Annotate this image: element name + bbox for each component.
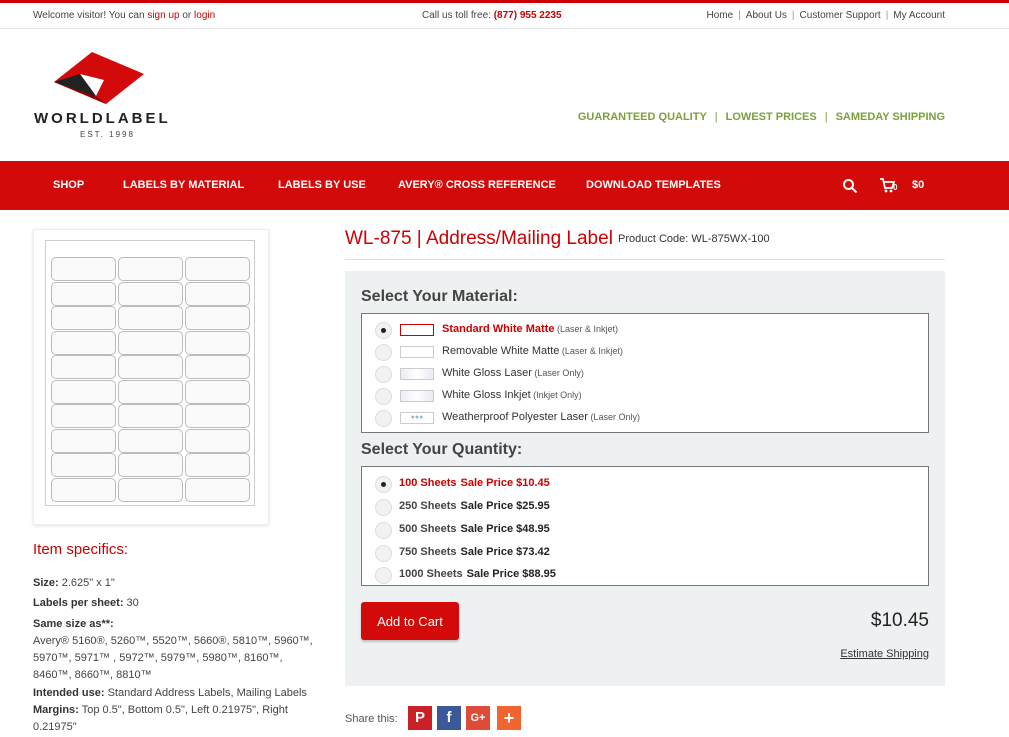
radio-standard-white-matte[interactable] bbox=[375, 322, 392, 339]
label-cell bbox=[118, 281, 183, 306]
home-link[interactable]: Home bbox=[706, 10, 733, 21]
tagline: GUARANTEED QUALITY | LOWEST PRICES | SAMEDAY… bbox=[577, 111, 945, 123]
pinterest-icon[interactable]: P bbox=[408, 706, 432, 730]
nav-labels-by-material[interactable]: LABELS BY MATERIAL bbox=[123, 179, 244, 191]
estimate-shipping-link[interactable]: Estimate Shipping bbox=[840, 648, 929, 660]
logo-wordmark: WORLDLABEL bbox=[34, 110, 171, 127]
phone-number[interactable]: (877) 955 2235 bbox=[494, 10, 562, 21]
product-image[interactable] bbox=[33, 229, 269, 525]
facebook-icon[interactable]: f bbox=[437, 706, 461, 730]
label-cell bbox=[118, 330, 183, 355]
label-cell bbox=[185, 281, 250, 306]
radio-white-gloss-laser[interactable] bbox=[375, 366, 392, 383]
total-price: $10.45 bbox=[870, 610, 929, 631]
label-cell bbox=[185, 428, 250, 453]
cart-total[interactable]: $0 bbox=[912, 179, 924, 191]
label-cell bbox=[185, 257, 250, 281]
label-cell bbox=[51, 477, 116, 502]
google-plus-icon[interactable]: G+ bbox=[466, 706, 490, 730]
label-cell bbox=[118, 404, 183, 428]
radio-qty-750[interactable] bbox=[375, 545, 392, 562]
removable-swatch-icon bbox=[400, 346, 434, 358]
quantity-options: 100 Sheets Sale Price $10.45 250 Sheets Sa… bbox=[361, 466, 929, 586]
nav-avery-cross-reference[interactable]: AVERY® CROSS REFERENCE bbox=[398, 179, 556, 191]
label-cell bbox=[185, 355, 250, 379]
label-cell bbox=[51, 428, 116, 453]
welcome-text: Welcome visitor! You can sign up or logi… bbox=[33, 10, 216, 21]
logo-est: EST. 1998 bbox=[80, 130, 135, 139]
add-share-icon[interactable]: + bbox=[497, 706, 521, 730]
radio-qty-1000[interactable] bbox=[375, 567, 392, 584]
label-cell bbox=[118, 428, 183, 453]
label-cell bbox=[185, 330, 250, 355]
logo-mark-icon bbox=[54, 52, 144, 104]
radio-qty-100[interactable] bbox=[375, 476, 392, 493]
nav-download-templates[interactable]: DOWNLOAD TEMPLATES bbox=[586, 179, 721, 191]
label-cell bbox=[185, 379, 250, 404]
label-cell bbox=[118, 477, 183, 502]
water-drops-swatch-icon: ●●● bbox=[400, 412, 434, 424]
radio-qty-500[interactable] bbox=[375, 522, 392, 539]
customer-support-link[interactable]: Customer Support bbox=[800, 10, 881, 21]
product-title: WL-875 | Address/Mailing Label bbox=[345, 228, 613, 249]
label-cell bbox=[51, 355, 116, 379]
cart-count: 0 bbox=[893, 183, 898, 192]
search-icon[interactable] bbox=[842, 178, 858, 194]
my-account-link[interactable]: My Account bbox=[893, 10, 945, 21]
label-cell bbox=[118, 379, 183, 404]
radio-removable-white-matte[interactable] bbox=[375, 344, 392, 361]
label-cell bbox=[51, 330, 116, 355]
label-cell bbox=[185, 404, 250, 428]
label-cell bbox=[51, 379, 116, 404]
label-cell bbox=[51, 404, 116, 428]
label-cell bbox=[185, 477, 250, 502]
login-link[interactable]: login bbox=[194, 10, 215, 21]
label-cell bbox=[118, 257, 183, 281]
divider bbox=[345, 259, 945, 260]
purchase-panel: Select Your Material: Standard White Mat… bbox=[345, 271, 945, 686]
top-utility-bar: Welcome visitor! You can sign up or logi… bbox=[0, 3, 1009, 29]
label-cell bbox=[51, 257, 116, 281]
gloss-inkjet-swatch-icon bbox=[400, 390, 434, 402]
quantity-heading: Select Your Quantity: bbox=[361, 441, 523, 458]
label-cell bbox=[185, 453, 250, 477]
add-to-cart-button[interactable]: Add to Cart bbox=[361, 602, 459, 640]
label-sheet-preview bbox=[45, 240, 255, 506]
label-cell bbox=[185, 306, 250, 330]
main-nav: SHOP LABELS BY MATERIAL LABELS BY USE AV… bbox=[0, 161, 1009, 210]
material-heading: Select Your Material: bbox=[361, 288, 518, 305]
label-cell bbox=[51, 306, 116, 330]
radio-weatherproof-polyester-laser[interactable] bbox=[375, 410, 392, 427]
matte-swatch-icon bbox=[400, 324, 434, 336]
nav-shop[interactable]: SHOP bbox=[53, 179, 84, 191]
about-us-link[interactable]: About Us bbox=[746, 10, 787, 21]
item-specifics: Size: 2.625" x 1" Labels per sheet: 30 S… bbox=[33, 577, 313, 734]
label-cell bbox=[51, 281, 116, 306]
radio-qty-250[interactable] bbox=[375, 499, 392, 516]
item-specifics-title: Item specifics: bbox=[33, 541, 129, 558]
label-cell bbox=[118, 355, 183, 379]
label-cell bbox=[118, 306, 183, 330]
label-cell bbox=[118, 453, 183, 477]
radio-white-gloss-inkjet[interactable] bbox=[375, 388, 392, 405]
product-code: Product Code: WL-875WX-100 bbox=[618, 233, 770, 245]
worldlabel-logo[interactable]: WORLDLABEL EST. 1998 bbox=[34, 52, 189, 142]
material-options: Standard White Matte (Laser & Inkjet) Re… bbox=[361, 313, 929, 433]
share-label: Share this: bbox=[345, 713, 398, 725]
top-links: Home | About Us | Customer Support | My Accoun… bbox=[706, 10, 945, 21]
gloss-swatch-icon bbox=[400, 368, 434, 380]
label-cell bbox=[51, 453, 116, 477]
signup-link[interactable]: sign up bbox=[147, 10, 179, 21]
nav-labels-by-use[interactable]: LABELS BY USE bbox=[278, 179, 366, 191]
toll-free-phone: Call us toll free: (877) 955 2235 bbox=[422, 10, 562, 21]
